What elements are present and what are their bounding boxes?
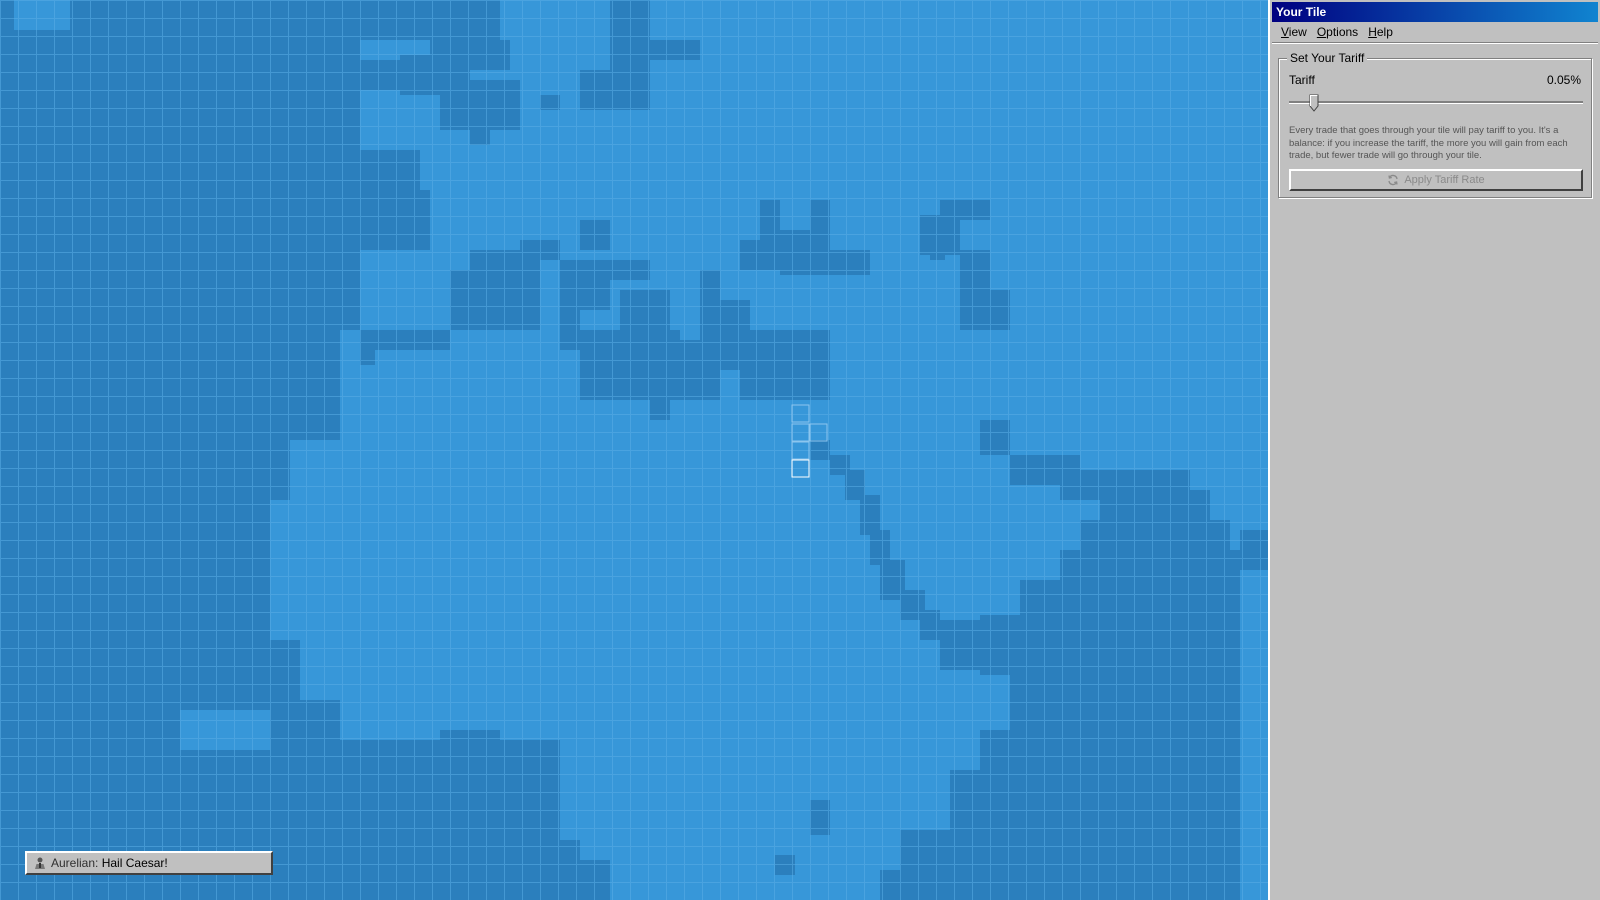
land-tile [540, 95, 560, 110]
land-tile [180, 600, 270, 710]
menu-help[interactable]: Help [1363, 23, 1398, 41]
tile-marker[interactable] [791, 404, 810, 423]
land-tile [860, 495, 880, 535]
land-tile [440, 80, 520, 130]
land-tile [70, 0, 100, 30]
tariff-group: Set Your Tariff Tariff 0.05% Every trade… [1278, 51, 1592, 198]
land-tile [560, 260, 610, 310]
land-tile [360, 350, 375, 365]
menu-bar: View Options Help [1272, 22, 1598, 43]
land-tile [1240, 530, 1268, 570]
slider-track[interactable] [1289, 101, 1583, 104]
land-tile [100, 0, 500, 40]
tariff-description: Every trade that goes through your tile … [1289, 125, 1568, 161]
slider-thumb[interactable] [1309, 94, 1319, 112]
land-tile [0, 750, 330, 900]
land-tile [360, 60, 400, 90]
menu-options[interactable]: Options [1312, 23, 1363, 41]
chat-author: Aurelian: [51, 856, 99, 870]
land-tile [810, 800, 830, 835]
tariff-slider[interactable] [1289, 93, 1583, 115]
apply-tariff-button[interactable]: Apply Tariff Rate [1289, 169, 1583, 191]
land-tile [680, 340, 720, 400]
land-tile [440, 730, 500, 750]
land-tile [0, 500, 270, 600]
land-tile [620, 290, 670, 340]
land-tile [980, 420, 1010, 455]
land-tile [450, 270, 470, 330]
world-map[interactable] [0, 0, 1268, 900]
land-tile [650, 40, 700, 60]
tariff-label: Tariff [1289, 73, 1315, 87]
land-tile [300, 740, 560, 900]
chat-message: Aurelian: Hail Caesar! [25, 851, 273, 875]
tariff-value: 0.05% [1546, 73, 1581, 87]
land-tile [0, 0, 14, 30]
window-title: Your Tile [1272, 2, 1598, 22]
chat-text: Hail Caesar! [101, 856, 168, 870]
apply-tariff-label: Apply Tariff Rate [1404, 174, 1485, 186]
refresh-icon [1387, 174, 1399, 186]
menu-view[interactable]: View [1276, 23, 1312, 41]
land-tile [870, 530, 890, 565]
your-tile-window: Your Tile View Options Help Set Your Tar… [1268, 0, 1600, 900]
person-icon [33, 856, 47, 870]
land-tile [360, 150, 420, 190]
tariff-group-label: Set Your Tariff [1287, 51, 1368, 65]
map-grid[interactable] [0, 0, 1268, 900]
land-tile [360, 330, 450, 350]
